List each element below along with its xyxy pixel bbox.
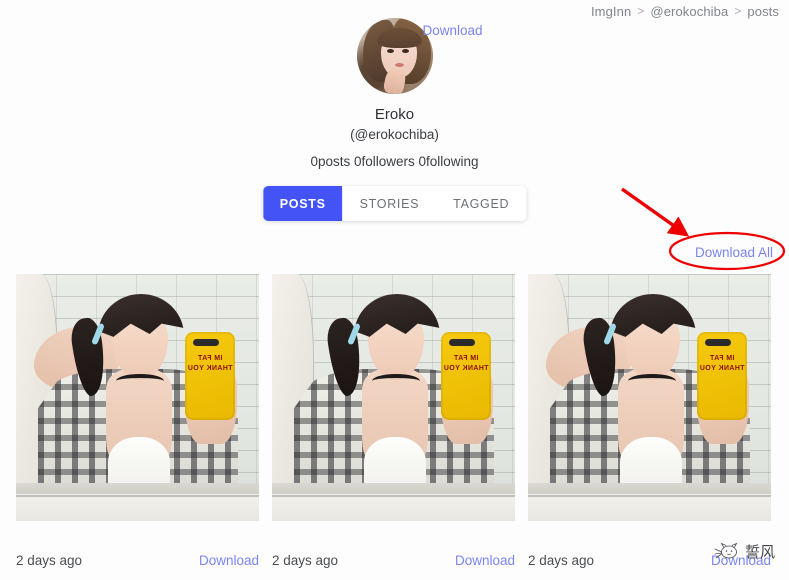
avatar-eye-left xyxy=(386,49,394,53)
post-thumbnail[interactable]: IM FAT THANK YOU xyxy=(528,274,771,521)
post-meta: 2 days ago Download xyxy=(272,553,515,568)
page-root: ImgInn > @erokochiba > posts Download Er… xyxy=(0,0,789,580)
post-download-link[interactable]: Download xyxy=(199,553,259,568)
cat-logo-icon xyxy=(714,542,738,559)
post-card: IM FAT THANK YOU 2 days ago Download xyxy=(528,274,771,568)
watermark: 誓风 xyxy=(714,542,775,562)
tab-stories[interactable]: STORIES xyxy=(342,186,437,221)
photo-counter xyxy=(272,483,515,521)
breadcrumb-separator-icon: > xyxy=(734,4,742,18)
watermark-text: 誓风 xyxy=(744,542,775,561)
avatar-lips xyxy=(394,63,404,67)
photo-mirror-edge xyxy=(16,495,259,497)
profile-tabs: POSTS STORIES TAGGED xyxy=(262,186,527,221)
breadcrumb-item-site[interactable]: ImgInn xyxy=(591,4,631,19)
photo-phone-camera xyxy=(449,339,475,346)
photo-counter xyxy=(16,483,259,521)
posts-grid: IM FAT THANK YOU 2 days ago Download IM … xyxy=(16,274,773,568)
photo-choker xyxy=(628,374,676,388)
avatar-eye-right xyxy=(401,49,409,53)
photo-phone-text: IM FAT THANK YOU xyxy=(443,355,489,372)
tab-tagged[interactable]: TAGGED xyxy=(436,186,527,221)
photo-phone-camera xyxy=(193,339,219,346)
avatar-bangs xyxy=(376,28,422,48)
photo-phone: IM FAT THANK YOU xyxy=(697,332,747,420)
tab-posts[interactable]: POSTS xyxy=(262,186,343,221)
profile-header: Download Eroko (@erokochiba) 0posts 0fol… xyxy=(0,18,789,169)
post-thumbnail[interactable]: IM FAT THANK YOU xyxy=(16,274,259,521)
photo-choker xyxy=(372,374,420,388)
avatar xyxy=(356,18,433,94)
download-all-button[interactable]: Download All xyxy=(695,245,773,260)
photo-phone-text: IM FAT THANK YOU xyxy=(699,355,745,372)
photo-phone: IM FAT THANK YOU xyxy=(185,332,235,420)
photo-mirror-edge xyxy=(272,495,515,497)
annotation-arrow xyxy=(621,187,690,237)
post-card: IM FAT THANK YOU 2 days ago Download xyxy=(16,274,259,568)
profile-handle: (@erokochiba) xyxy=(350,127,439,142)
photo-phone-camera xyxy=(705,339,731,346)
profile-display-name: Eroko xyxy=(374,106,415,123)
post-meta: 2 days ago Download xyxy=(16,553,259,568)
profile-download-link[interactable]: Download xyxy=(423,23,483,38)
breadcrumb-item-user[interactable]: @erokochiba xyxy=(650,4,728,19)
photo-choker xyxy=(116,374,164,388)
post-timestamp: 2 days ago xyxy=(528,553,595,568)
photo-mirror-edge xyxy=(528,495,771,497)
post-download-link[interactable]: Download xyxy=(455,553,515,568)
avatar-row: Download xyxy=(295,18,495,100)
post-timestamp: 2 days ago xyxy=(272,553,339,568)
photo-phone-text: IM FAT THANK YOU xyxy=(187,355,233,372)
breadcrumb-item-posts[interactable]: posts xyxy=(747,4,779,19)
post-thumbnail[interactable]: IM FAT THANK YOU xyxy=(272,274,515,521)
profile-stats: 0posts 0followers 0following xyxy=(310,154,479,169)
photo-counter xyxy=(528,483,771,521)
post-card: IM FAT THANK YOU 2 days ago Download xyxy=(272,274,515,568)
photo-phone: IM FAT THANK YOU xyxy=(441,332,491,420)
breadcrumb-separator-icon: > xyxy=(637,4,645,18)
post-timestamp: 2 days ago xyxy=(16,553,83,568)
